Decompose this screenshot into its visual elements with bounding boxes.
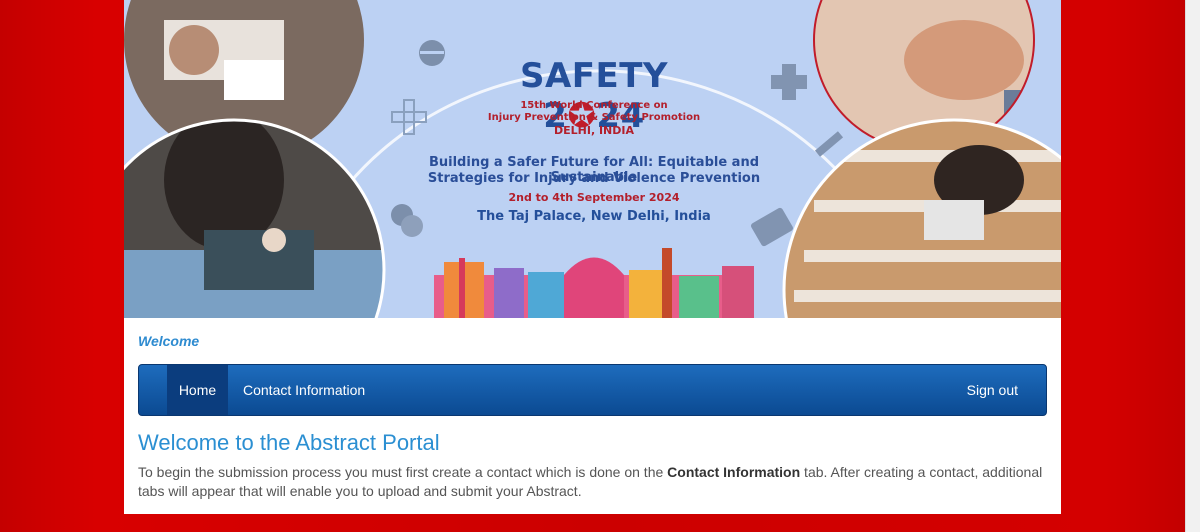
conference-banner: SAFETY 2✪24 15th World Conference on Inj… bbox=[124, 0, 1061, 318]
welcome-label: Welcome bbox=[138, 333, 200, 349]
banner-subtitle-line1: 15th World Conference on bbox=[520, 100, 668, 111]
page-container: SAFETY 2✪24 15th World Conference on Inj… bbox=[124, 0, 1061, 514]
banner-dates: 2nd to 4th September 2024 bbox=[508, 191, 680, 204]
banner-venue: The Taj Palace, New Delhi, India bbox=[477, 209, 711, 224]
window-scrollbar[interactable] bbox=[1185, 0, 1200, 532]
page-title: Welcome to the Abstract Portal bbox=[138, 430, 440, 455]
nav-contact-information[interactable]: Contact Information bbox=[243, 365, 365, 415]
intro-paragraph: To begin the submission process you must… bbox=[138, 463, 1048, 501]
intro-text-start: To begin the submission process you must… bbox=[138, 464, 668, 480]
banner-tagline-line2: Strategies for Injury and Violence Preve… bbox=[427, 171, 761, 186]
intro-contact-info-emphasis: Contact Information bbox=[667, 464, 801, 480]
nav-home[interactable]: Home bbox=[167, 365, 228, 415]
banner-subtitle-line2: Injury Prevention & Safety Promotion bbox=[487, 112, 701, 123]
nav-sign-out[interactable]: Sign out bbox=[967, 365, 1018, 415]
main-navbar: Home Contact Information Sign out bbox=[138, 364, 1047, 416]
banner-subtitle-location: DELHI, INDIA bbox=[554, 124, 634, 137]
